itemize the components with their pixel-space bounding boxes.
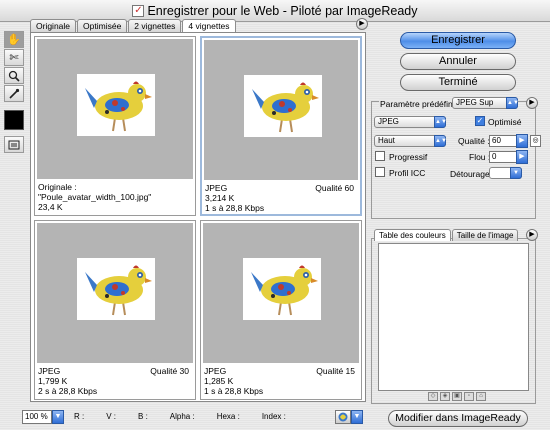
pane-info: Originale : "Poule_avatar_width_100.jpg"…	[38, 182, 192, 212]
quality-input[interactable]: 60	[489, 135, 517, 147]
pane-info: JPEG 1,285 K 1 s à 28,8 Kbps Qualité 15	[204, 366, 358, 396]
matte-select[interactable]: ▼	[489, 167, 522, 179]
done-button[interactable]: Terminé	[400, 74, 516, 91]
eyedropper-tool-icon[interactable]	[4, 85, 24, 102]
optimized-label: Optimisé	[488, 117, 522, 127]
toolbox: ✋ ✄	[4, 31, 24, 154]
trash-icon[interactable]: ⌂	[476, 392, 486, 401]
toggle-slices-icon[interactable]	[4, 136, 24, 153]
quality-mask-icon[interactable]: ◎	[530, 135, 541, 147]
red-readout: R :	[74, 412, 85, 421]
tab-image-size[interactable]: Taille de l'image	[451, 229, 519, 241]
index-readout: Index :	[261, 412, 286, 421]
progressive-checkbox[interactable]	[375, 151, 385, 161]
browser-preview-icon[interactable]	[335, 410, 351, 424]
browser-menu-button[interactable]: ▼	[351, 410, 363, 424]
view-tabs: Originale Optimisée 2 vignettes 4 vignet…	[30, 19, 237, 33]
preset-label: Paramètre prédéfini :	[379, 99, 461, 109]
save-button[interactable]: Enregistrer	[400, 32, 516, 49]
pane-quality: Qualité 15	[316, 366, 355, 376]
compression-value: Haut	[378, 136, 395, 145]
zoom-field[interactable]: 100 %	[22, 409, 52, 424]
alpha-readout: Alpha :	[169, 412, 195, 421]
pane-info: JPEG 1,799 K 2 s à 28,8 Kbps Qualité 30	[38, 366, 192, 396]
pane-download-time: 1 s à 28,8 Kbps	[205, 203, 265, 213]
progressive-label: Progressif	[389, 152, 428, 162]
blue-readout: B :	[138, 412, 148, 421]
slice-select-tool-icon[interactable]: ✄	[4, 49, 24, 66]
status-bar: 100 % ▼ R : V : B : Alpha : Hexa : Index…	[22, 408, 367, 425]
blur-label: Flou :	[469, 152, 491, 162]
matte-label: Détourage :	[450, 169, 495, 179]
hex-readout: Hexa :	[216, 412, 240, 421]
pane-info: JPEG 3,214 K 1 s à 28,8 Kbps Qualité 60	[205, 183, 357, 213]
format-select[interactable]: JPEG ▲▼	[374, 116, 447, 128]
pane-size: 23,4 K	[38, 202, 63, 212]
preview-pane-jpeg-15[interactable]: JPEG 1,285 K 1 s à 28,8 Kbps Qualité 15	[200, 220, 362, 400]
pane-download-time: 1 s à 28,8 Kbps	[204, 386, 264, 396]
pane-size: 1,799 K	[38, 376, 68, 386]
chicken-image	[77, 258, 155, 320]
chevron-down-icon: ▲▼	[434, 116, 447, 128]
zoom-menu-button[interactable]: ▼	[52, 409, 64, 424]
lock-color-icon[interactable]: ▣	[452, 392, 462, 401]
quality-slider-button[interactable]: ▶	[516, 134, 528, 148]
blur-input[interactable]: 0	[489, 151, 517, 163]
preview-pane-original[interactable]: Originale : "Poule_avatar_width_100.jpg"…	[34, 36, 196, 216]
tab-2-up[interactable]: 2 vignettes	[128, 19, 182, 32]
pane-download-time: 2 s à 28,8 Kbps	[38, 386, 98, 396]
chevron-down-icon: ▼	[510, 167, 522, 179]
green-readout: V :	[106, 412, 117, 421]
optimized-checkbox[interactable]: ✓	[475, 116, 485, 126]
pane-size: 3,214 K	[205, 193, 235, 203]
chicken-image	[244, 75, 322, 137]
tab-4-up[interactable]: 4 vignettes	[182, 19, 236, 32]
tab-optimized[interactable]: Optimisée	[77, 19, 128, 32]
blur-slider-button[interactable]: ▶	[516, 150, 528, 164]
pane-quality: Qualité 30	[150, 366, 189, 376]
settings-menu-icon[interactable]: ▶	[526, 97, 538, 109]
color-table-area[interactable]	[378, 243, 529, 391]
eyedropper-color-swatch[interactable]	[4, 110, 24, 130]
color-table-buttons: ◇ ◈ ▣ ▫ ⌂	[428, 392, 488, 401]
new-color-icon[interactable]: ▫	[464, 392, 474, 401]
preview-pane-jpeg-60[interactable]: JPEG 3,214 K 1 s à 28,8 Kbps Qualité 60	[200, 36, 362, 216]
compression-select[interactable]: Haut ▲▼	[374, 135, 447, 147]
document-icon: ✓	[132, 4, 145, 17]
color-panel-tabs: Table des couleurs Taille de l'image	[374, 229, 519, 241]
preview-pane-jpeg-30[interactable]: JPEG 1,799 K 2 s à 28,8 Kbps Qualité 30	[34, 220, 196, 400]
chevron-down-icon: ▲▼	[434, 135, 447, 147]
edit-in-imageready-button[interactable]: Modifier dans ImageReady	[388, 410, 528, 427]
tab-color-table[interactable]: Table des couleurs	[374, 229, 451, 241]
four-up-view: Originale : "Poule_avatar_width_100.jpg"…	[30, 32, 366, 402]
format-value: JPEG	[378, 117, 399, 126]
chevron-down-icon: ▲▼	[506, 97, 519, 109]
pane-quality: Qualité 60	[315, 183, 354, 193]
window-title: Enregistrer pour le Web - Piloté par Ima…	[147, 3, 418, 18]
chicken-image	[243, 258, 321, 320]
preset-select[interactable]: JPEG Sup ▲▼	[452, 97, 519, 109]
cancel-button[interactable]: Annuler	[400, 53, 516, 70]
pane-size: 1,285 K	[204, 376, 234, 386]
icc-profile-checkbox[interactable]	[375, 167, 385, 177]
quality-label: Qualité :	[458, 136, 490, 146]
web-shift-icon[interactable]: ◈	[440, 392, 450, 401]
preset-value: JPEG Sup	[456, 98, 494, 107]
tab-original[interactable]: Originale	[30, 19, 77, 32]
color-table-menu-icon[interactable]: ▶	[526, 229, 538, 241]
map-color-icon[interactable]: ◇	[428, 392, 438, 401]
icc-profile-label: Profil ICC	[389, 168, 426, 178]
chicken-image	[77, 74, 155, 136]
hand-tool-icon[interactable]: ✋	[4, 31, 24, 48]
pane-format: Originale : "Poule_avatar_width_100.jpg"	[38, 182, 152, 202]
zoom-tool-icon[interactable]	[4, 67, 24, 84]
preview-menu-icon[interactable]: ▶	[356, 18, 368, 30]
